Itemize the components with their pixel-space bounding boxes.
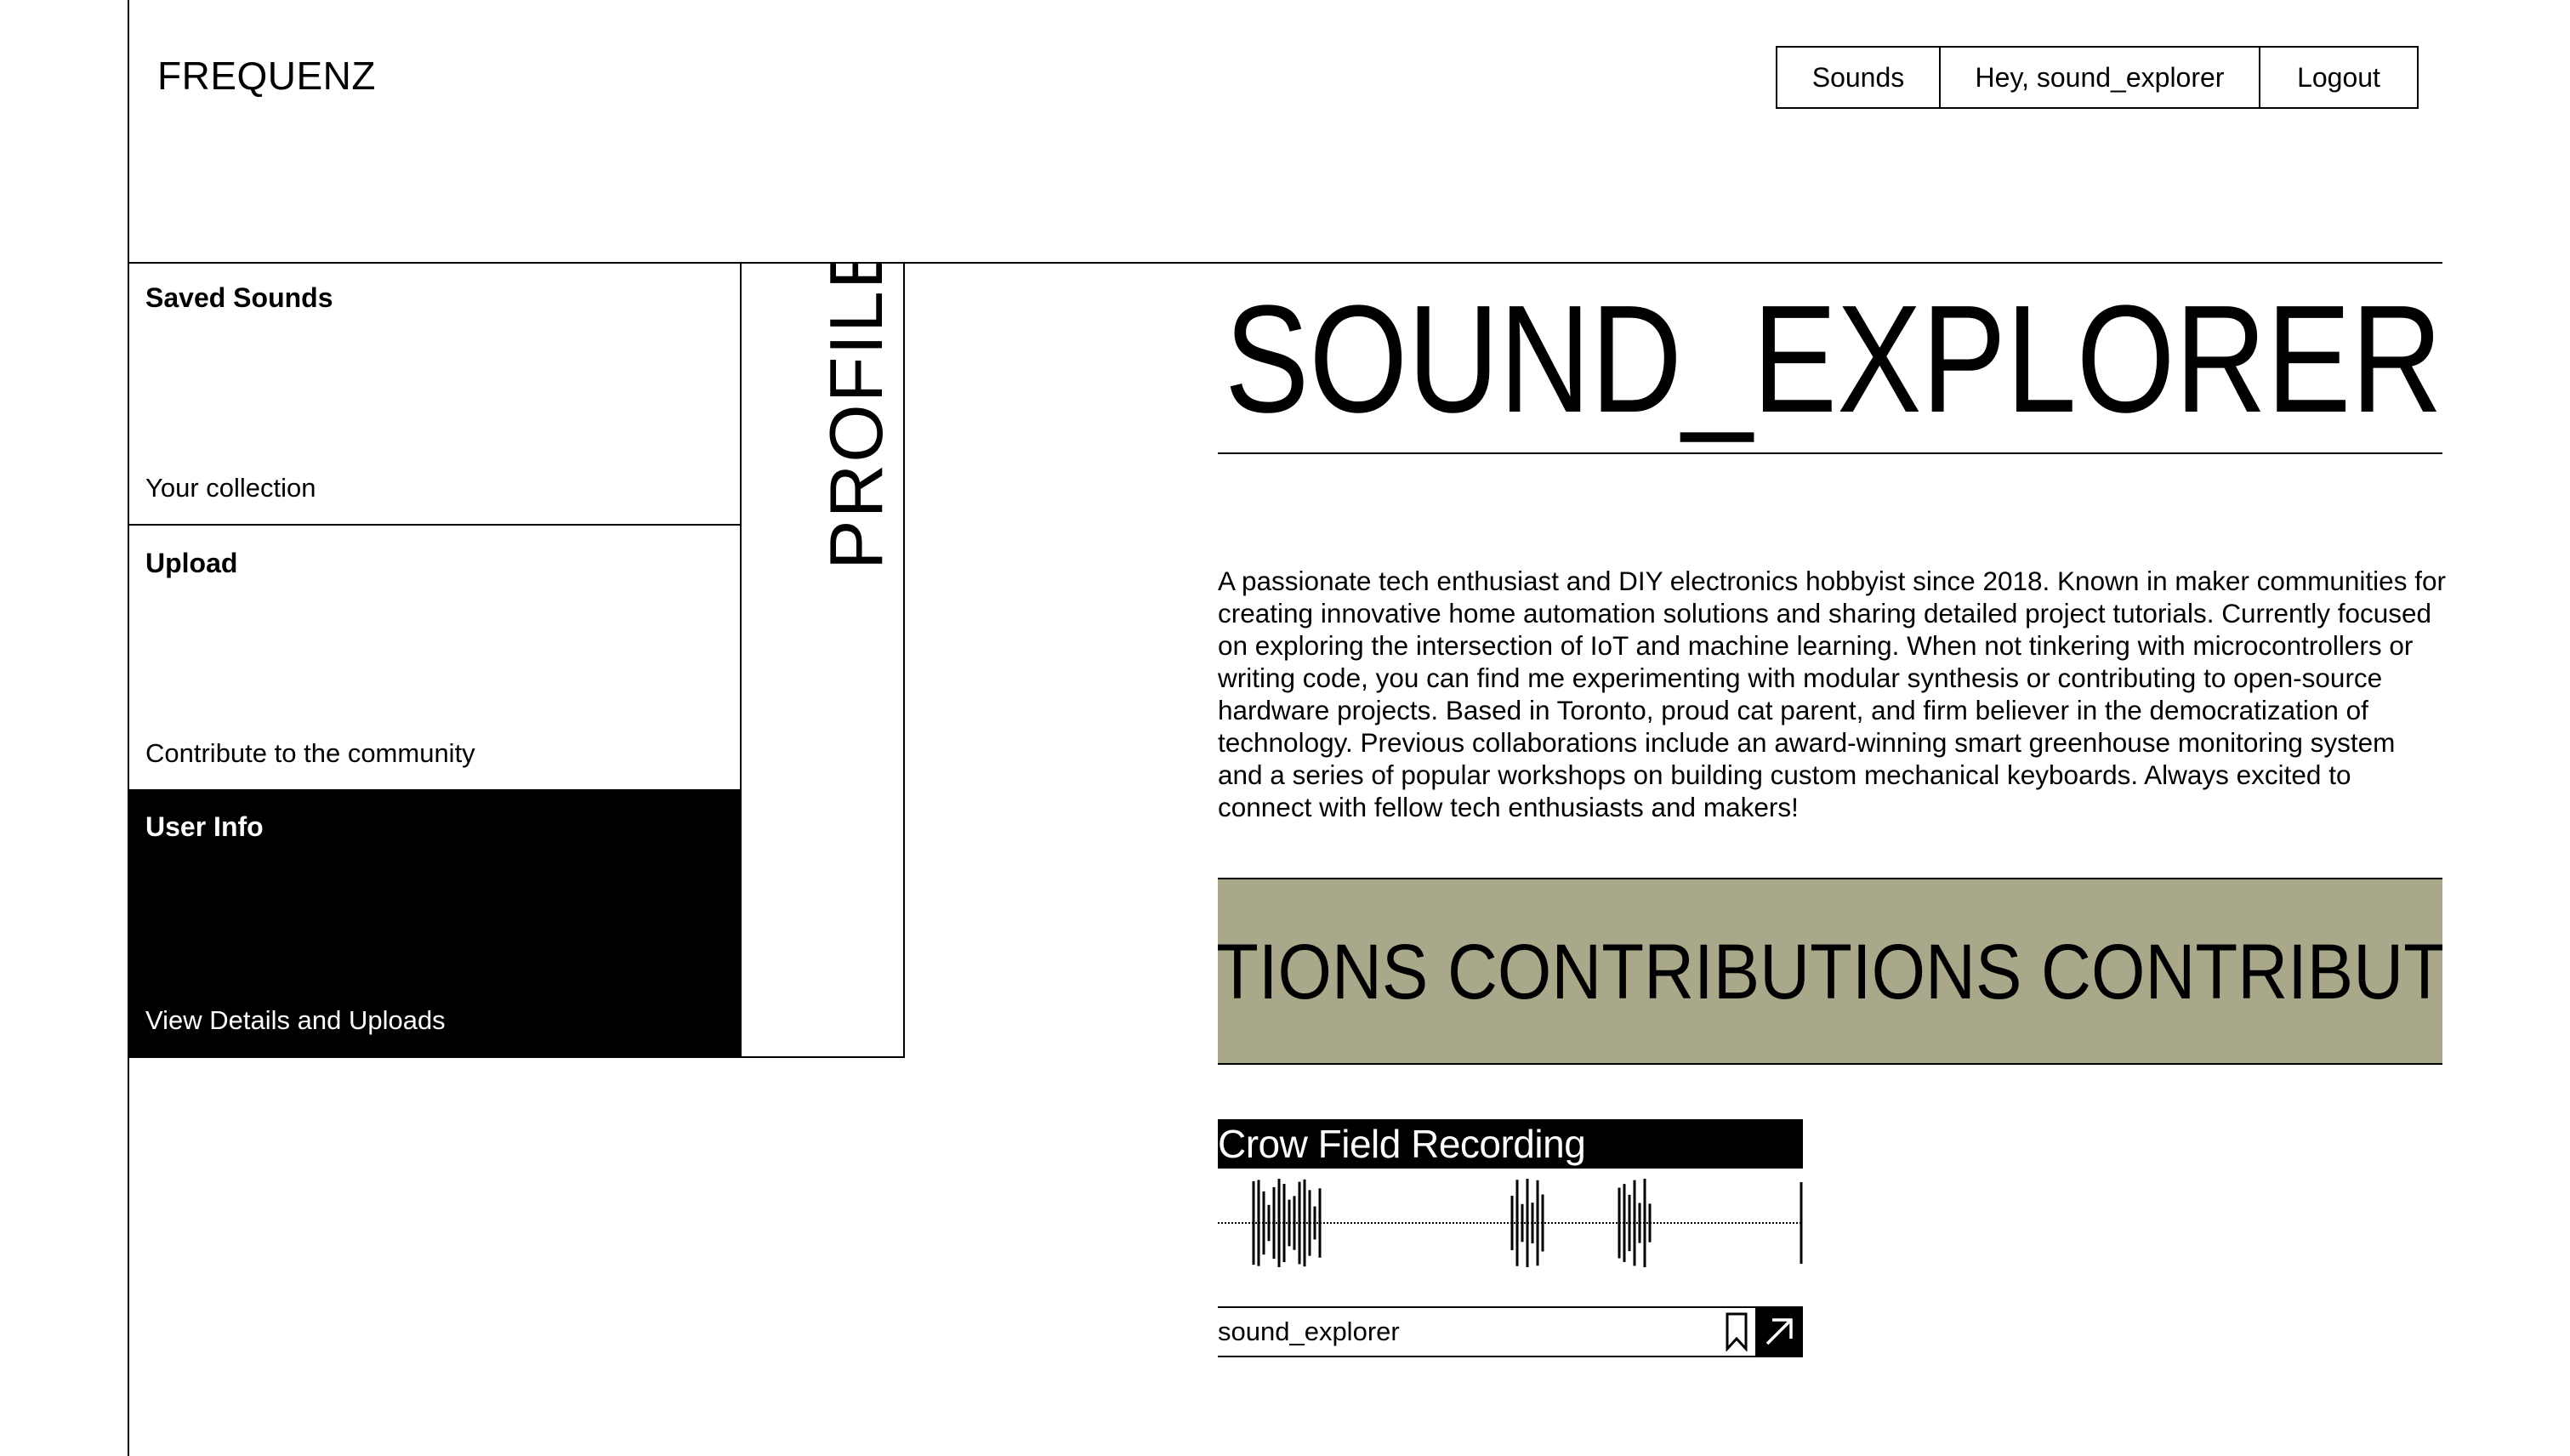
profile-vertical-strip: PROFILE <box>740 262 905 1058</box>
upload-card[interactable]: Upload Contribute to the community <box>128 527 740 791</box>
bookmark-icon[interactable] <box>1718 1308 1755 1356</box>
card-title: Saved Sounds <box>145 282 333 313</box>
contributions-marquee: TIONS CONTRIBUTIONS CONTRIBUT <box>1218 878 2442 1065</box>
marquee-text: TIONS CONTRIBUTIONS CONTRIBUT <box>1218 929 2442 1015</box>
arrow-up-right-icon[interactable] <box>1755 1308 1803 1356</box>
profile-sidebar: Saved Sounds Your collection Upload Cont… <box>128 262 742 1058</box>
card-subtitle: Contribute to the community <box>145 738 475 768</box>
username-text: SOUND_EXPLORER <box>1225 274 2442 445</box>
card-subtitle: Your collection <box>145 473 316 503</box>
sound-author[interactable]: sound_explorer <box>1218 1317 1718 1347</box>
sound-footer: sound_explorer <box>1218 1306 1803 1357</box>
top-nav: Sounds Hey, sound_explorer Logout <box>1776 46 2419 109</box>
nav-sounds-button[interactable]: Sounds <box>1777 48 1941 107</box>
waveform[interactable] <box>1218 1179 1803 1267</box>
site-logo[interactable]: FREQUENZ <box>157 53 376 99</box>
profile-bio: A passionate tech enthusiast and DIY ele… <box>1218 566 2446 822</box>
user-info-card[interactable]: User Info View Details and Uploads <box>128 791 740 1056</box>
nav-logout-button[interactable]: Logout <box>2260 48 2417 107</box>
sound-card[interactable]: Crow Field Recording sound_explorer <box>1218 1119 1803 1357</box>
card-subtitle: View Details and Uploads <box>145 1005 446 1035</box>
nav-greeting-button[interactable]: Hey, sound_explorer <box>1941 48 2260 107</box>
sound-title[interactable]: Crow Field Recording <box>1218 1119 1803 1169</box>
saved-sounds-card[interactable]: Saved Sounds Your collection <box>128 262 740 526</box>
card-title: Upload <box>145 548 238 578</box>
card-title: User Info <box>145 811 264 842</box>
profile-vertical-label: PROFILE <box>814 262 898 570</box>
username-heading: SOUND_EXPLORER <box>1218 270 2442 454</box>
